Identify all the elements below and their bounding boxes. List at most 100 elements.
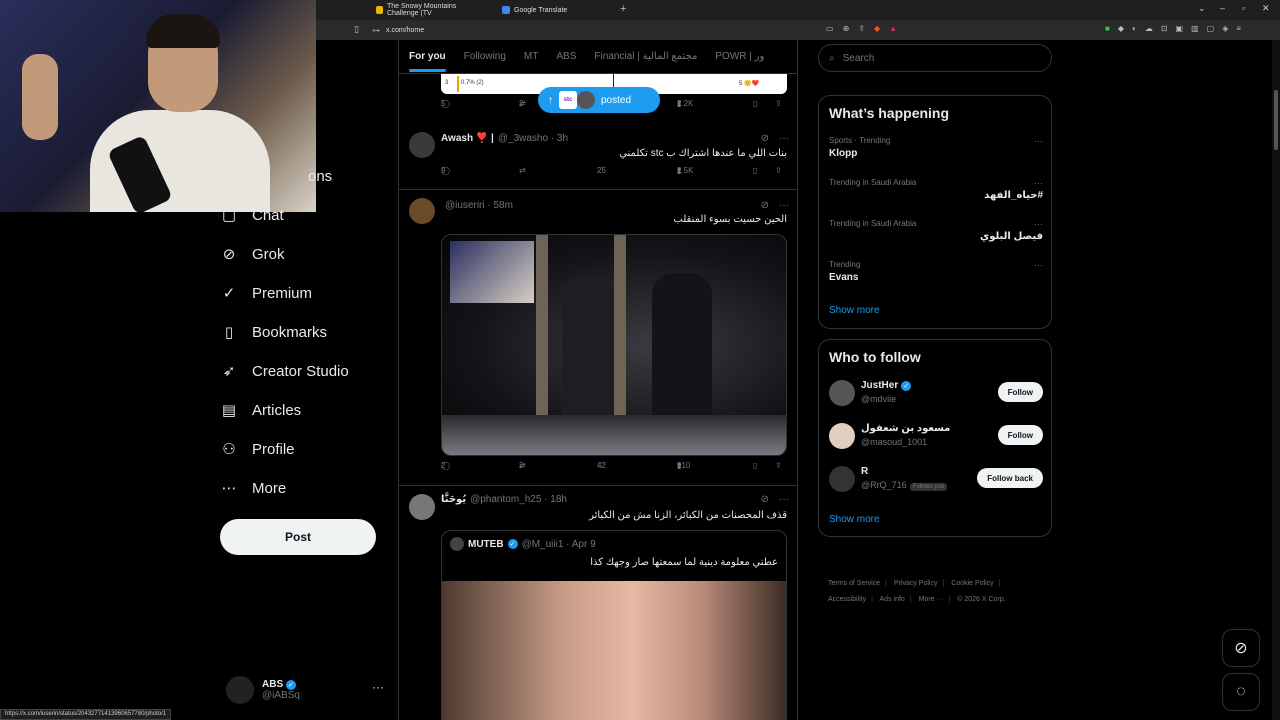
scrollbar-thumb[interactable]: [1274, 90, 1278, 150]
more-icon[interactable]: ···: [1034, 219, 1043, 229]
tab-favicon-icon: [502, 6, 510, 14]
maximize-icon[interactable]: ▫: [1242, 3, 1245, 13]
more-icon[interactable]: ···: [1034, 136, 1043, 146]
rewards-icon[interactable]: ▲: [889, 24, 897, 33]
tab-mt[interactable]: MT: [524, 51, 538, 62]
nav-label: ons: [308, 167, 333, 185]
extension-icon[interactable]: ☁: [1145, 24, 1153, 33]
url-field[interactable]: ⊶ x.com/home: [372, 24, 832, 36]
wallet-icon[interactable]: ▢: [1207, 24, 1215, 33]
close-icon[interactable]: ✕: [1262, 3, 1270, 14]
browser-tab-2[interactable]: Google Translate: [496, 3, 616, 17]
avatar[interactable]: [829, 380, 855, 406]
tab-list-icon[interactable]: ⌄: [1198, 3, 1206, 14]
account-switcher[interactable]: ABS ✓ @iABSq ···: [226, 674, 392, 706]
follow-button[interactable]: Follow: [997, 382, 1043, 402]
extension-icon[interactable]: ▣: [1176, 24, 1184, 33]
more-icon[interactable]: ···: [1034, 260, 1043, 270]
tab-following[interactable]: Following: [464, 51, 506, 62]
site-info-icon[interactable]: ⊶: [372, 26, 380, 35]
nav-articles[interactable]: ▤ Articles: [220, 397, 301, 423]
more-icon[interactable]: ···: [1034, 178, 1043, 188]
tweet-media-image[interactable]: [441, 234, 787, 456]
quoted-tweet[interactable]: MUTEB ✓ @M_uiii1 · Apr 9 عطني معلومة دين…: [441, 530, 787, 720]
who-to-follow-panel: Who to follow JustHer ✓ @mdviie Follow م…: [818, 339, 1052, 537]
nav-premium[interactable]: ✓ Premium: [220, 280, 312, 306]
nav-bookmarks[interactable]: ▯ Bookmarks: [220, 319, 327, 345]
cast-icon[interactable]: ▭: [826, 24, 834, 33]
extension-badge-icon[interactable]: ■: [1105, 24, 1110, 33]
extension-icon[interactable]: ⊡: [1161, 24, 1168, 33]
grok-icon[interactable]: ⊘: [761, 200, 769, 211]
grok-fab[interactable]: ⊘: [1222, 629, 1260, 667]
extension-icon[interactable]: ◆: [1118, 24, 1124, 33]
like-count: 42: [597, 460, 606, 470]
minimize-icon[interactable]: –: [1220, 3, 1225, 13]
footer-link[interactable]: Privacy Policy: [894, 580, 938, 587]
trend-item[interactable]: Sports · Trending Klopp ···: [829, 136, 1043, 159]
avatar[interactable]: [409, 494, 435, 520]
avatar[interactable]: [829, 423, 855, 449]
nav-creator-studio[interactable]: ➶ Creator Studio: [220, 358, 349, 384]
nav-chat[interactable]: ▢ Chat: [220, 202, 284, 228]
browser-tab-1[interactable]: The Snowy Mountains Challenge (TV: [370, 3, 494, 17]
tweet-author-name[interactable]: يُوحَنَّا: [441, 494, 466, 505]
follow-suggestion[interactable]: مسعود بن شعفول @masoud_1001 Follow: [829, 421, 1043, 451]
trend-item[interactable]: Trending in Saudi Arabia #حياه_الفهد ···: [829, 178, 1043, 201]
follow-button[interactable]: Follow: [997, 425, 1043, 445]
tab-financial[interactable]: Financial | مجتمع المالية: [594, 51, 697, 62]
more-icon[interactable]: ···: [372, 680, 384, 694]
footer-link[interactable]: More ···: [919, 596, 944, 603]
posted-label: posted: [601, 94, 632, 106]
quoted-tweet-image[interactable]: [442, 581, 786, 720]
menu-icon[interactable]: ≡: [1236, 24, 1241, 33]
sidebar-icon[interactable]: ▥: [1191, 24, 1199, 33]
tweet[interactable]: يُوحَنَّا @phantom_h25 · 18h ⊘ ··· قذف ا…: [399, 486, 797, 720]
more-icon[interactable]: ···: [779, 200, 789, 211]
nav-more[interactable]: ⋯ More: [220, 475, 287, 501]
new-posts-pill[interactable]: ↑ stc posted: [538, 87, 660, 113]
follow-back-button[interactable]: Follow back: [977, 468, 1043, 488]
follow-suggestion[interactable]: R @RrQ_716 Follows you Follow back: [829, 464, 1043, 494]
quoted-handle-time: @M_uiii1 · Apr 9: [521, 538, 596, 550]
trend-item[interactable]: Trending Evans ···: [829, 260, 1043, 283]
tab-abs[interactable]: ABS: [556, 51, 576, 62]
footer-link[interactable]: Accessibility: [828, 596, 866, 603]
footer-link[interactable]: Ads info: [880, 596, 905, 603]
tweet-handle-time[interactable]: @_3washo · 3h: [498, 133, 568, 144]
tweet[interactable]: Awash ❣️ | @_3washo · 3h ⊘ ··· بنات اللي…: [399, 124, 797, 190]
vpn-icon[interactable]: ◈: [1222, 24, 1228, 33]
bookmark-page-icon[interactable]: ▯: [354, 24, 359, 35]
footer-link[interactable]: Cookie Policy: [951, 580, 993, 587]
avatar[interactable]: [409, 198, 435, 224]
extension-icon[interactable]: ◐: [1132, 24, 1137, 33]
tweet[interactable]: @iuseriri · 58m ⊘ ··· الحين حسيت بسوء ال…: [399, 190, 797, 486]
show-more-link[interactable]: Show more: [829, 514, 880, 525]
tweet-handle-time[interactable]: @iuseriri · 58m: [445, 200, 513, 211]
zoom-icon[interactable]: ⊕: [843, 24, 850, 33]
show-more-link[interactable]: Show more: [829, 305, 880, 316]
more-icon[interactable]: ···: [779, 494, 789, 505]
avatar[interactable]: [409, 132, 435, 158]
brave-shield-icon[interactable]: ◆: [874, 24, 880, 33]
tweet-handle-time[interactable]: @phantom_h25 · 18h: [470, 494, 567, 505]
tab-powr[interactable]: POWR | ور: [715, 51, 764, 62]
grok-icon[interactable]: ⊘: [761, 494, 769, 505]
nav-notifications[interactable]: ons: [308, 163, 332, 189]
new-tab-icon[interactable]: +: [620, 3, 626, 15]
nav-profile[interactable]: ⚇ Profile: [220, 436, 294, 462]
trend-item[interactable]: Trending in Saudi Arabia فيصل البلوي ···: [829, 219, 1043, 242]
avatar[interactable]: [829, 466, 855, 492]
nav-grok[interactable]: ⊘ Grok: [220, 241, 285, 267]
scrollbar[interactable]: [1272, 40, 1280, 720]
post-button[interactable]: Post: [220, 519, 376, 555]
tweet-author-name[interactable]: Awash ❣️ |: [441, 133, 494, 144]
tab-for-you[interactable]: For you: [409, 51, 446, 72]
more-icon[interactable]: ···: [779, 133, 789, 144]
follow-suggestion[interactable]: JustHer ✓ @mdviie Follow: [829, 378, 1043, 408]
messages-fab[interactable]: ◌: [1222, 673, 1260, 711]
share-icon[interactable]: ⇪: [858, 24, 865, 33]
footer-link[interactable]: Terms of Service: [828, 580, 880, 587]
grok-icon[interactable]: ⊘: [761, 133, 769, 144]
search-input[interactable]: ⌕ Search: [818, 44, 1052, 72]
